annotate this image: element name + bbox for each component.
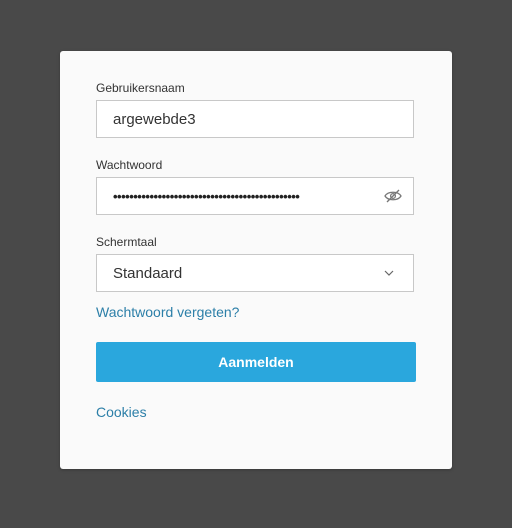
- username-field[interactable]: argewebde3: [96, 100, 414, 138]
- language-selected[interactable]: Standaard: [97, 265, 379, 282]
- login-button[interactable]: Aanmelden: [96, 342, 416, 382]
- chevron-down-icon[interactable]: [379, 263, 399, 283]
- forgot-password-link[interactable]: Wachtwoord vergeten?: [96, 304, 239, 320]
- language-label: Schermtaal: [96, 235, 157, 249]
- password-value[interactable]: ••••••••••••••••••••••••••••••••••••••••…: [97, 189, 381, 204]
- password-label: Wachtwoord: [96, 158, 163, 172]
- password-field[interactable]: ••••••••••••••••••••••••••••••••••••••••…: [96, 177, 414, 215]
- login-panel: Gebruikersnaam argewebde3 Wachtwoord •••…: [60, 51, 452, 469]
- language-select[interactable]: Standaard: [96, 254, 414, 292]
- username-label: Gebruikersnaam: [96, 81, 185, 95]
- eye-slash-icon[interactable]: [381, 184, 405, 208]
- username-value[interactable]: argewebde3: [97, 111, 413, 128]
- cookies-link[interactable]: Cookies: [96, 404, 147, 420]
